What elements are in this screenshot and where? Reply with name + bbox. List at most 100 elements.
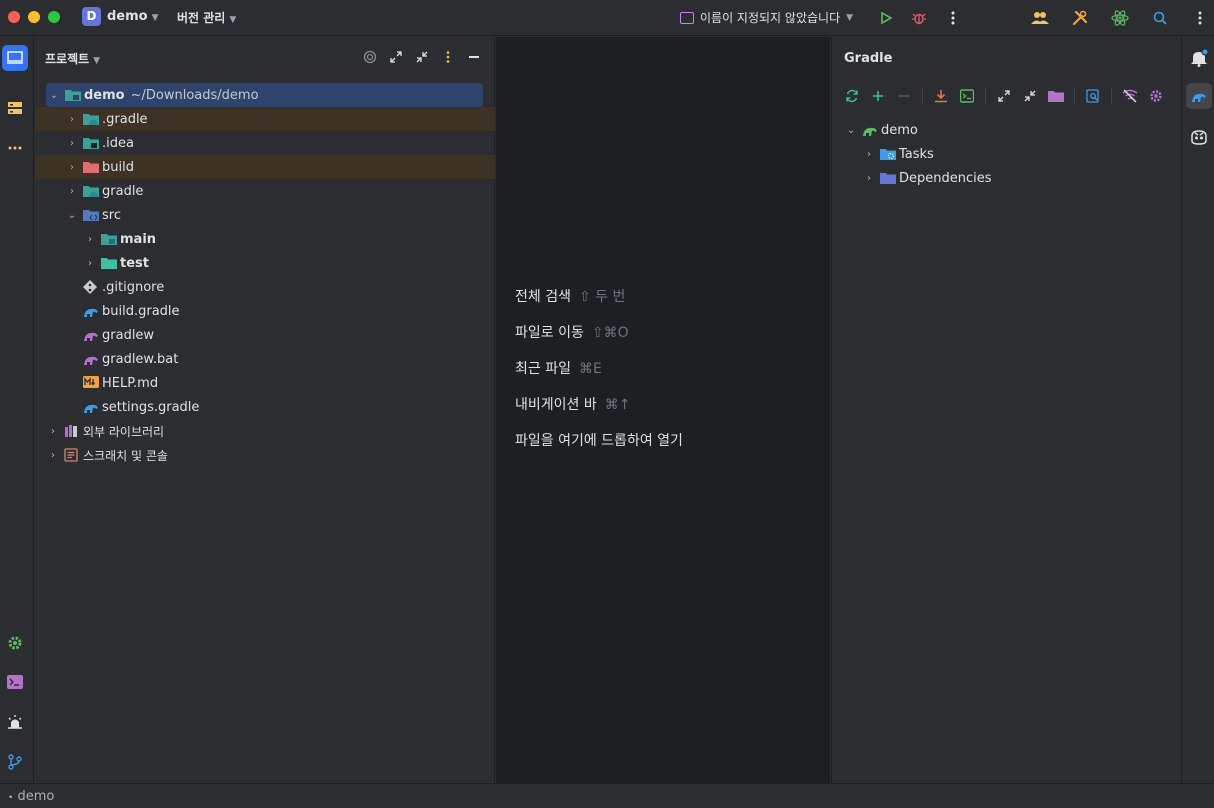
tree-row[interactable]: ⌄ src [35,203,495,227]
tree-row[interactable]: › gradle [35,179,495,203]
tree-row[interactable]: build.gradle [35,299,495,323]
gradle-settings-gear-icon[interactable] [1148,88,1164,104]
add-icon[interactable] [870,88,886,104]
offline-mode-icon[interactable] [1122,88,1138,104]
item-label: src [102,207,121,223]
copilot-icon[interactable] [1186,124,1212,150]
left-tool-strip [0,37,34,783]
chevron-right-icon[interactable]: › [65,114,79,125]
reload-icon[interactable] [844,88,860,104]
chevron-down-icon[interactable]: ⌄ [844,125,858,136]
tree-row[interactable]: gradlew [35,323,495,347]
chevron-right-icon[interactable]: › [83,258,97,269]
chevron-down-icon: ▼ [229,15,237,25]
dependencies-folder-icon [880,171,896,185]
download-sources-icon[interactable] [933,88,949,104]
tree-row[interactable]: › .gradle [35,107,495,131]
locate-icon[interactable] [362,49,378,65]
item-label: HELP.md [102,375,159,391]
expand-all-icon[interactable] [388,49,404,65]
chevron-down-icon: ▼ [151,13,159,23]
collapse-all-icon[interactable] [414,49,430,65]
execute-task-icon[interactable] [959,88,975,104]
chevron-right-icon[interactable]: › [862,149,876,160]
search-icon[interactable] [1150,8,1170,28]
more-tools-icon[interactable] [2,135,28,161]
tree-row[interactable]: .gitignore [35,275,495,299]
test-folder-icon [101,256,117,270]
more-icon[interactable] [943,8,963,28]
right-tool-strip [1181,37,1214,783]
analyze-dependencies-icon[interactable] [1085,88,1101,104]
tree-row[interactable]: › 외부 라이브러리 [35,419,495,443]
close-window-button[interactable] [8,11,20,23]
gradle-tool-button[interactable] [1186,83,1212,109]
project-selector[interactable]: demo ▼ [107,9,159,24]
item-label: 외부 라이브러리 [83,424,165,439]
project-tool-button[interactable] [2,45,28,71]
run-config-selector[interactable]: 이름이 지정되지 않았습니다 ▼ [680,9,853,26]
tree-row-root[interactable]: ⌄ demo ~/Downloads/demo [46,83,483,107]
problems-icon[interactable] [2,709,28,735]
gradle-tree-item[interactable]: › Tasks [832,142,1181,166]
tree-row[interactable]: settings.gradle [35,395,495,419]
hide-panel-icon[interactable] [466,49,482,65]
chevron-right-icon[interactable]: › [46,450,60,461]
run-icon[interactable] [876,8,896,28]
gradle-tree-root[interactable]: ⌄ demo [832,118,1181,142]
options-icon[interactable] [440,49,456,65]
remove-icon[interactable] [896,88,912,104]
chevron-down-icon[interactable]: ⌄ [47,90,61,101]
run-config-icon [680,11,694,24]
editor-empty-area[interactable]: 전체 검색 ⇧ 두 번 파일로 이동 ⇧⌘O 최근 파일 ⌘E 내비게이션 바 ⌘↑ 파… [496,37,830,783]
terminal-icon[interactable] [2,669,28,695]
item-label: .gradle [102,111,148,127]
tree-row[interactable]: › test [35,251,495,275]
collab-icon[interactable] [1030,8,1050,28]
gradle-file-icon [83,400,99,414]
status-breadcrumb[interactable]: • demo [8,789,54,804]
gradle-file-icon [83,304,99,318]
tree-row[interactable]: › .idea [35,131,495,155]
main-menu-icon[interactable] [1190,8,1210,28]
markdown-icon [83,376,99,390]
git-branch-icon[interactable] [2,749,28,775]
gradlew-bat-icon [83,352,99,366]
chevron-right-icon[interactable]: › [65,138,79,149]
chevron-right-icon[interactable]: › [65,162,79,173]
chevron-down-icon[interactable]: ⌄ [65,210,79,221]
scratches-icon [64,448,80,462]
collapse-all-icon[interactable] [1022,88,1038,104]
gradle-item-label: Tasks [899,146,934,162]
item-label: .gitignore [102,279,165,295]
react-icon[interactable] [1110,8,1130,28]
tree-row[interactable]: › build [35,155,495,179]
tree-row[interactable]: › 스크래치 및 콘솔 [35,443,495,467]
expand-all-icon[interactable] [996,88,1012,104]
project-badge[interactable]: D [82,7,101,26]
project-view-selector[interactable]: 프로젝트 ▼ [45,50,100,67]
vcs-menu[interactable]: 버전 관리 ▼ [177,9,236,26]
dot-icon: • [8,793,14,803]
structure-tool-icon[interactable] [2,95,28,121]
gitignore-icon [83,280,99,294]
gradle-tree-item[interactable]: › Dependencies [832,166,1181,190]
tree-row[interactable]: › main [35,227,495,251]
gradle-root-label: demo [881,122,918,138]
hint-recent-files: 최근 파일 ⌘E [515,361,602,377]
minimize-window-button[interactable] [28,11,40,23]
debug-icon[interactable] [909,8,929,28]
chevron-right-icon[interactable]: › [46,426,60,437]
chevron-right-icon[interactable]: › [65,186,79,197]
group-modules-icon[interactable] [1048,88,1064,104]
zoom-window-button[interactable] [48,11,60,23]
notifications-bell-icon[interactable] [1186,45,1212,71]
project-panel-title: 프로젝트 [45,52,90,66]
chevron-right-icon[interactable]: › [83,234,97,245]
hint-search-everywhere: 전체 검색 ⇧ 두 번 [515,289,626,305]
build-tools-icon[interactable] [1070,8,1090,28]
tree-row[interactable]: HELP.md [35,371,495,395]
tree-row[interactable]: gradlew.bat [35,347,495,371]
services-gear-icon[interactable] [2,630,28,656]
chevron-right-icon[interactable]: › [862,173,876,184]
